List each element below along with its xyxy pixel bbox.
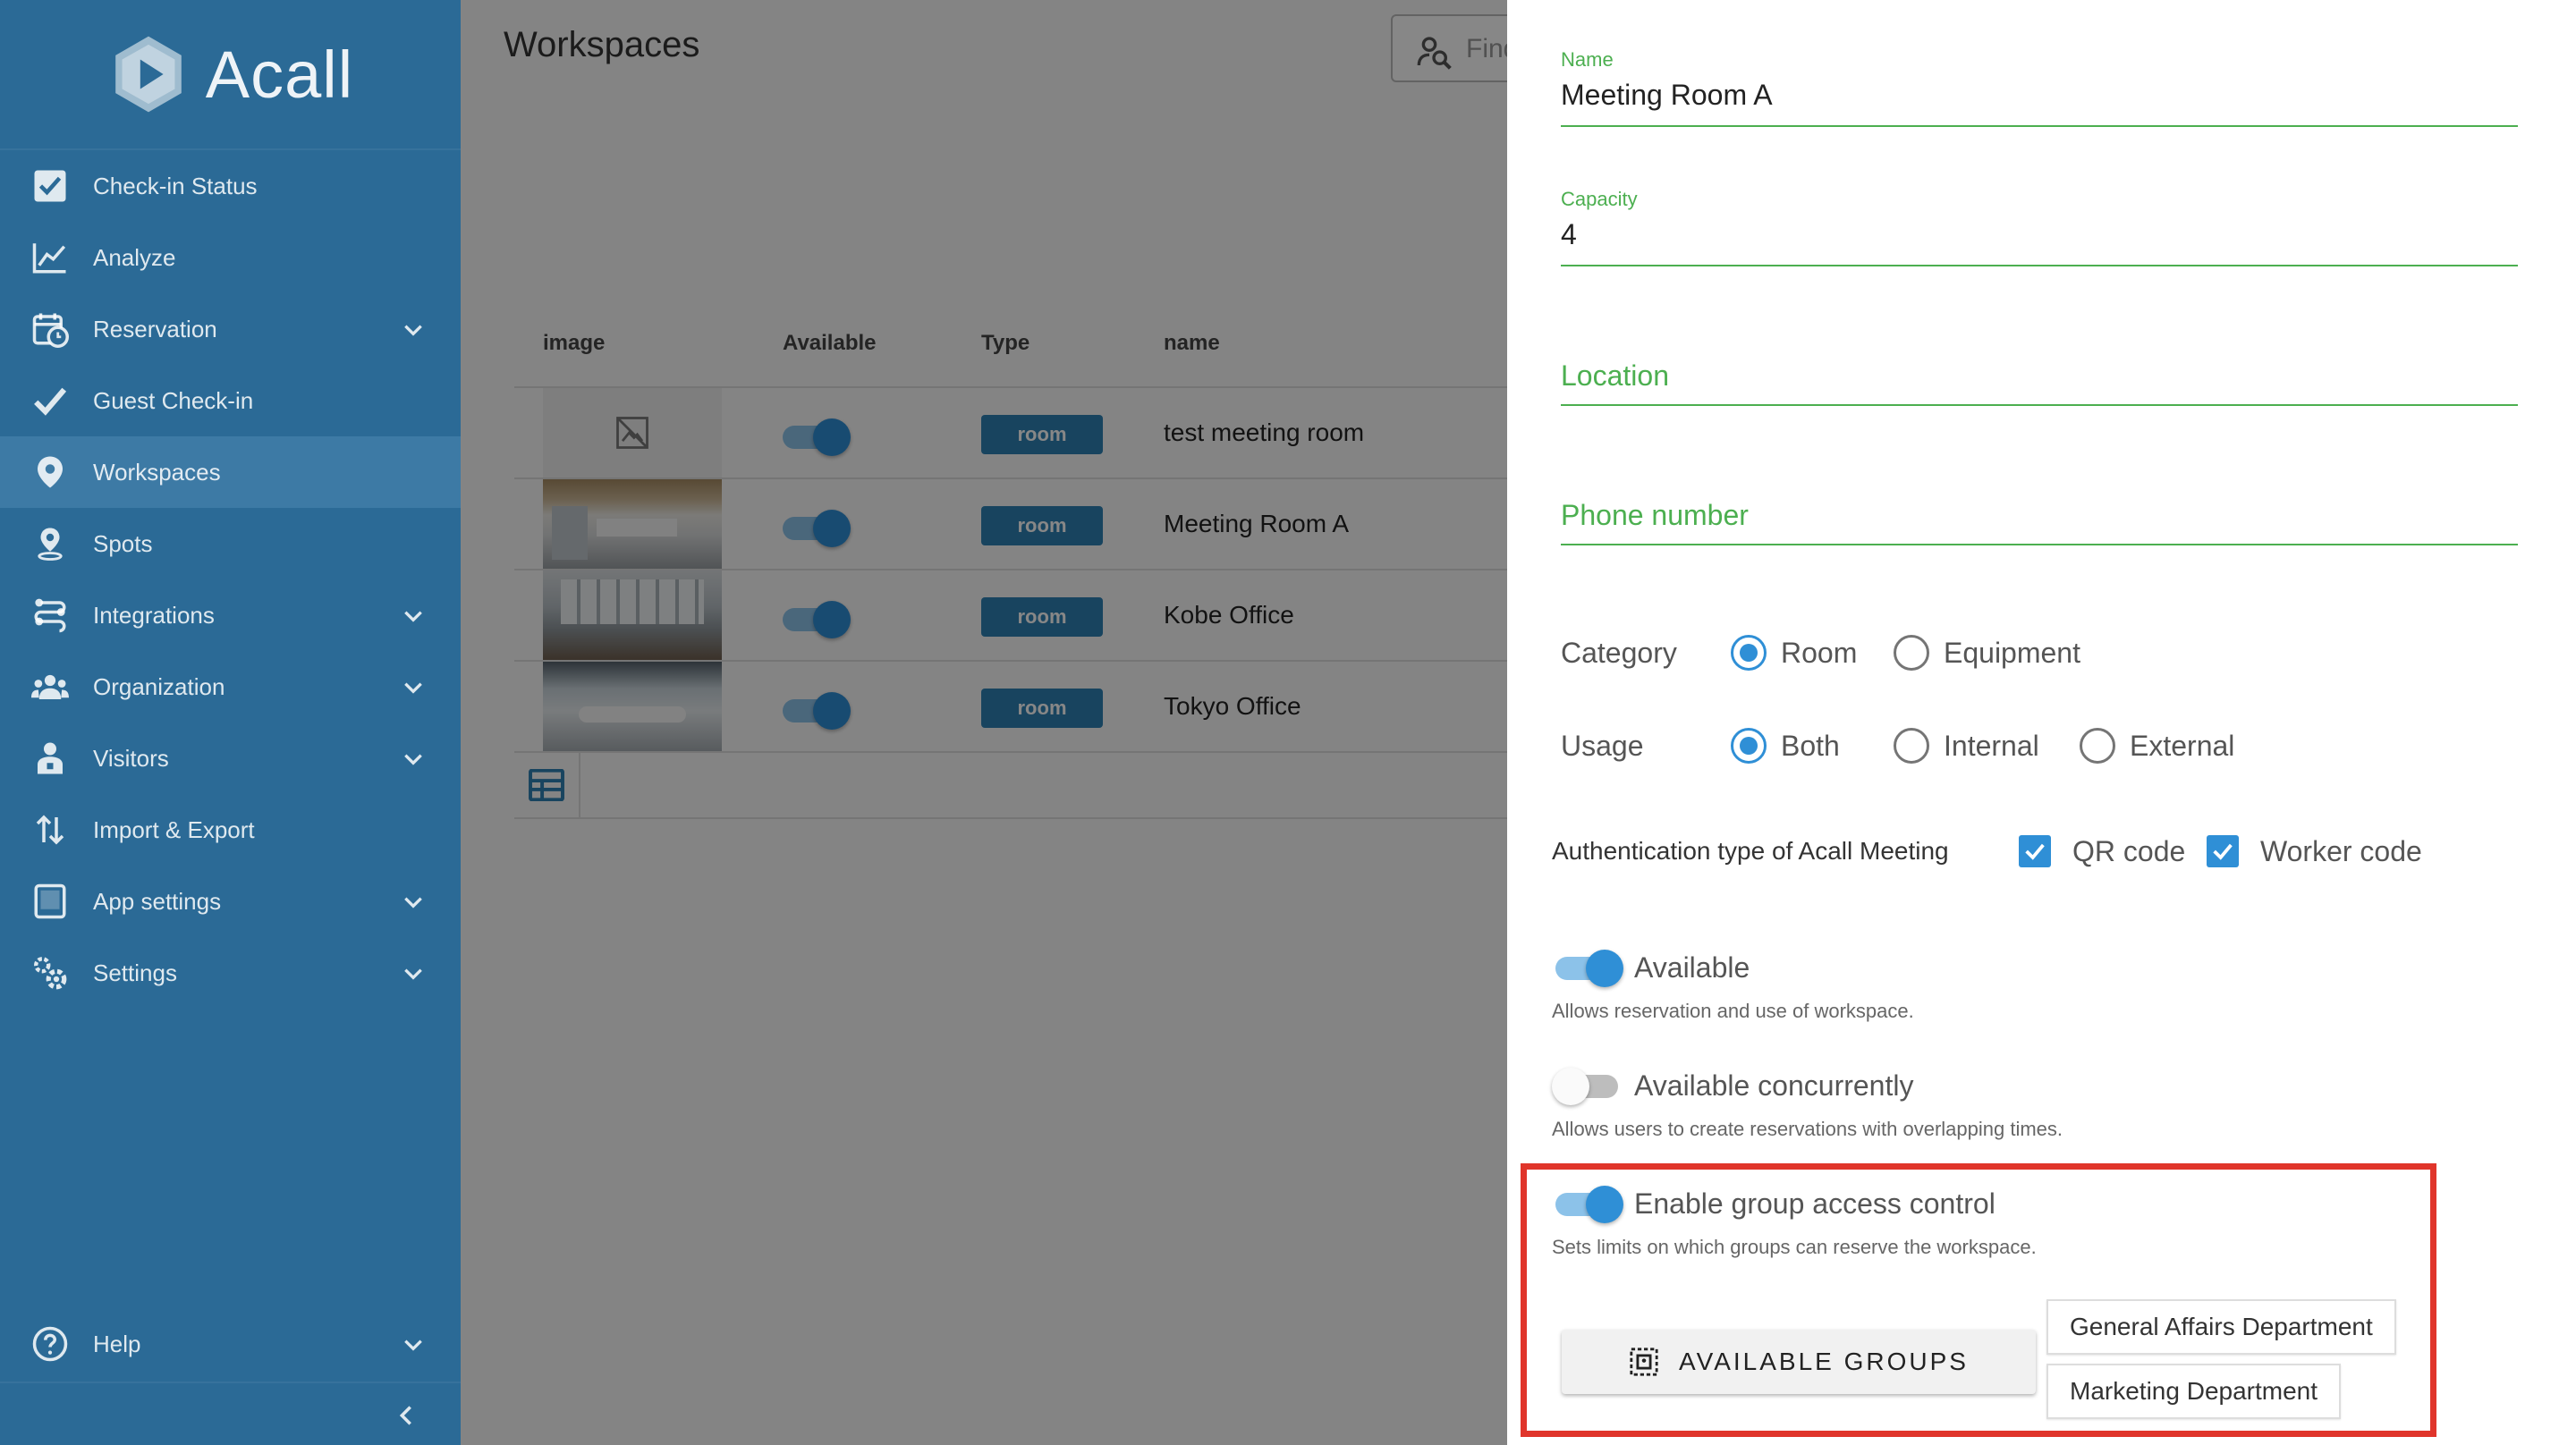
pin-icon	[29, 522, 72, 565]
location-pin-icon	[29, 451, 72, 494]
sidebar-item-label: Check-in Status	[93, 172, 258, 199]
available-concurrently-title: Available concurrently	[1634, 1069, 1914, 1102]
location-field[interactable]: Location	[1561, 349, 2518, 406]
sidebar: Acall Check-in Status Analyze Reservatio…	[0, 0, 461, 1445]
group-chip-marketing[interactable]: Marketing Department	[2046, 1364, 2342, 1419]
available-switch[interactable]	[1555, 950, 1623, 987]
chevron-down-icon	[404, 1339, 422, 1351]
logo-text: Acall	[205, 37, 354, 112]
sidebar-item-label: Help	[93, 1330, 141, 1357]
available-groups-button[interactable]: AVAILABLE GROUPS	[1562, 1330, 2036, 1394]
tablet-icon	[29, 880, 72, 923]
category-radio-equipment[interactable]	[1894, 635, 1929, 671]
integrations-icon	[29, 594, 72, 637]
sidebar-item-help[interactable]: Help	[0, 1308, 461, 1380]
available-description: Allows reservation and use of workspace.	[1552, 1000, 1914, 1022]
chevron-down-icon	[404, 897, 422, 908]
chevron-down-icon	[404, 968, 422, 980]
qr-code-checkbox[interactable]	[2019, 835, 2051, 867]
people-group-icon	[29, 665, 72, 708]
sidebar-item-label: Visitors	[93, 744, 169, 772]
sidebar-item-app-settings[interactable]: App settings	[0, 866, 461, 937]
chevron-down-icon	[404, 611, 422, 622]
phone-number-field[interactable]: Phone number	[1561, 488, 2518, 545]
sidebar-item-label: Guest Check-in	[93, 386, 254, 414]
acall-logo-icon	[114, 36, 182, 113]
sidebar-item-label: Workspaces	[93, 458, 221, 486]
help-icon	[29, 1322, 72, 1365]
sidebar-collapse-button[interactable]	[0, 1382, 461, 1445]
chart-line-icon	[29, 236, 72, 279]
chevron-down-icon	[404, 682, 422, 694]
usage-radio-group: Usage Both Internal External	[1561, 724, 2366, 769]
capacity-value[interactable]: 4	[1561, 218, 1577, 251]
sidebar-item-label: Analyze	[93, 243, 176, 271]
sidebar-item-label: Reservation	[93, 315, 217, 342]
sidebar-item-analyze[interactable]: Analyze	[0, 222, 461, 293]
sidebar-item-settings[interactable]: Settings	[0, 937, 461, 1009]
available-title: Available	[1634, 951, 1750, 984]
category-label: Category	[1561, 637, 1677, 669]
authentication-type-label: Authentication type of Acall Meeting	[1552, 837, 1949, 865]
name-label: Name	[1561, 48, 1614, 71]
usage-radio-external[interactable]	[2080, 728, 2115, 764]
sidebar-item-label: Import & Export	[93, 815, 255, 843]
usage-option-both[interactable]: Both	[1781, 730, 1840, 763]
usage-radio-internal[interactable]	[1894, 728, 1929, 764]
calendar-clock-icon	[29, 308, 72, 351]
chevron-down-icon	[404, 325, 422, 336]
chevron-left-icon	[399, 1406, 411, 1425]
sidebar-item-workspaces[interactable]: Workspaces	[0, 436, 461, 508]
name-value[interactable]: Meeting Room A	[1561, 79, 1773, 112]
authentication-type-row: Authentication type of Acall Meeting QR …	[1552, 830, 2518, 875]
available-groups-label: AVAILABLE GROUPS	[1679, 1348, 1969, 1375]
sidebar-item-guest-check-in[interactable]: Guest Check-in	[0, 365, 461, 436]
check-icon	[29, 379, 72, 422]
sort-arrows-icon	[29, 808, 72, 851]
gears-icon	[29, 951, 72, 994]
sidebar-item-visitors[interactable]: Visitors	[0, 722, 461, 794]
group-chip-general-affairs[interactable]: General Affairs Department	[2046, 1299, 2396, 1355]
sidebar-item-label: Integrations	[93, 601, 215, 629]
sidebar-item-reservation[interactable]: Reservation	[0, 293, 461, 365]
sidebar-item-integrations[interactable]: Integrations	[0, 579, 461, 651]
name-field[interactable]: Name Meeting Room A	[1561, 45, 2518, 127]
capacity-field[interactable]: Capacity 4	[1561, 184, 2518, 266]
category-option-room[interactable]: Room	[1781, 637, 1857, 670]
checkbox-icon	[29, 165, 72, 207]
phone-number-label: Phone number	[1561, 499, 1749, 531]
visitor-icon	[29, 737, 72, 780]
usage-radio-both[interactable]	[1731, 728, 1767, 764]
chevron-down-icon	[404, 754, 422, 765]
worker-code-label[interactable]: Worker code	[2260, 835, 2422, 868]
sidebar-item-label: Organization	[93, 672, 225, 700]
available-switch-row: Available Allows reservation and use of …	[1552, 950, 2446, 1039]
sidebar-item-check-in-status[interactable]: Check-in Status	[0, 150, 461, 222]
modal-backdrop[interactable]	[461, 0, 1507, 1445]
usage-option-external[interactable]: External	[2130, 730, 2234, 763]
capacity-label: Capacity	[1561, 188, 1638, 210]
sidebar-item-label: App settings	[93, 887, 222, 915]
qr-code-label[interactable]: QR code	[2072, 835, 2185, 868]
sidebar-item-import-export[interactable]: Import & Export	[0, 794, 461, 866]
sidebar-item-label: Spots	[93, 529, 153, 557]
location-label: Location	[1561, 359, 1669, 392]
check-icon	[2025, 843, 2045, 860]
usage-option-internal[interactable]: Internal	[1944, 730, 2039, 763]
sidebar-item-organization[interactable]: Organization	[0, 651, 461, 722]
category-radio-room[interactable]	[1731, 635, 1767, 671]
category-option-equipment[interactable]: Equipment	[1944, 637, 2080, 670]
sidebar-item-label: Settings	[93, 959, 177, 986]
available-concurrently-switch[interactable]	[1552, 1068, 1623, 1105]
concurrent-switch-row: Available concurrently Allows users to c…	[1552, 1068, 2446, 1157]
logo[interactable]: Acall	[0, 0, 461, 150]
category-radio-group: Category Room Equipment	[1561, 631, 2187, 676]
group-select-icon	[1630, 1348, 1658, 1376]
check-icon	[2213, 843, 2233, 860]
usage-label: Usage	[1561, 730, 1644, 762]
sidebar-item-spots[interactable]: Spots	[0, 508, 461, 579]
available-concurrently-description: Allows users to create reservations with…	[1552, 1118, 2063, 1140]
sidebar-nav: Check-in Status Analyze Reservation Gues…	[0, 150, 461, 1009]
worker-code-checkbox[interactable]	[2207, 835, 2239, 867]
